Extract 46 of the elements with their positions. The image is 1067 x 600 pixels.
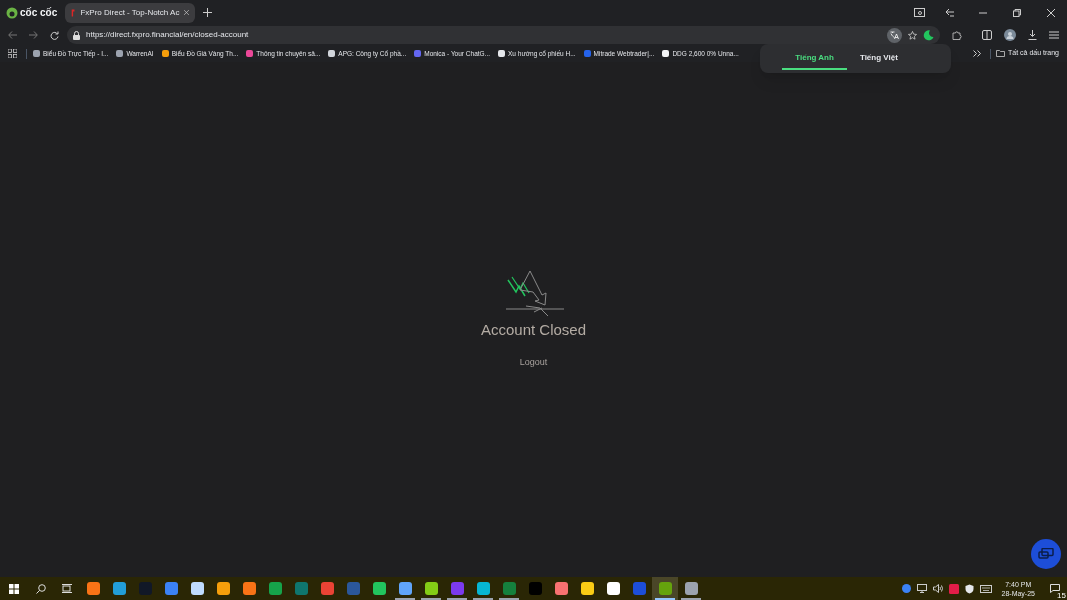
download-icon[interactable] [1028,30,1037,40]
broken-chart-logo-icon [503,270,564,318]
app-tray-icon[interactable] [948,583,959,594]
more-bookmarks-icon[interactable] [973,50,981,57]
folder-icon [996,50,1005,57]
moon-icon[interactable] [923,29,934,41]
lock-icon [73,30,80,40]
browser-logo-icon [6,6,18,19]
browser-brand: cốc cốc [20,6,58,20]
language-tab[interactable]: Tiếng Anh [782,47,847,70]
shield-icon[interactable] [964,583,974,594]
tab-title: FxPro Direct - Top-Notch Ac [80,6,180,19]
network-icon[interactable] [916,584,927,593]
restore-icon[interactable] [1013,8,1021,17]
page-heading: Account Closed [480,320,587,340]
split-view-icon[interactable] [982,30,992,40]
forward-icon[interactable] [29,31,38,39]
screen-search-icon[interactable] [914,8,925,17]
logout-link[interactable]: Logout [519,355,548,369]
windows-start-icon[interactable] [9,583,19,594]
star-icon[interactable] [908,30,917,40]
translate-icon[interactable] [887,27,902,43]
speaker-icon[interactable] [932,584,943,593]
back-list-icon[interactable] [945,8,955,17]
notification-count: 15 [1056,591,1067,600]
chat-bubble-icon[interactable] [901,584,911,593]
task-view-icon[interactable] [62,584,72,593]
chat-icon [1038,547,1054,561]
address-bar[interactable]: https://direct.fxpro.financial/en/closed-account [67,26,940,44]
close-window-icon[interactable] [1047,8,1055,17]
back-icon[interactable] [8,31,17,39]
chat-button[interactable] [1031,539,1061,569]
favicon-icon [71,7,76,18]
keyboard-icon[interactable] [979,584,992,593]
notification-icon [1050,584,1060,593]
close-icon[interactable] [184,9,190,16]
avatar-icon[interactable] [1004,29,1016,41]
browser-tab[interactable]: FxPro Direct - Top-Notch Ac [65,2,196,23]
url-text: https://direct.fxpro.financial/en/closed-account [86,29,250,41]
minimize-icon[interactable] [979,11,987,14]
reload-icon[interactable] [50,30,59,40]
search-icon[interactable] [36,583,46,594]
language-tab[interactable]: Tiếng Việt [846,47,911,70]
apps-grid-icon[interactable] [8,49,17,58]
menu-icon[interactable] [1049,31,1059,39]
new-tab-icon[interactable] [203,8,213,17]
